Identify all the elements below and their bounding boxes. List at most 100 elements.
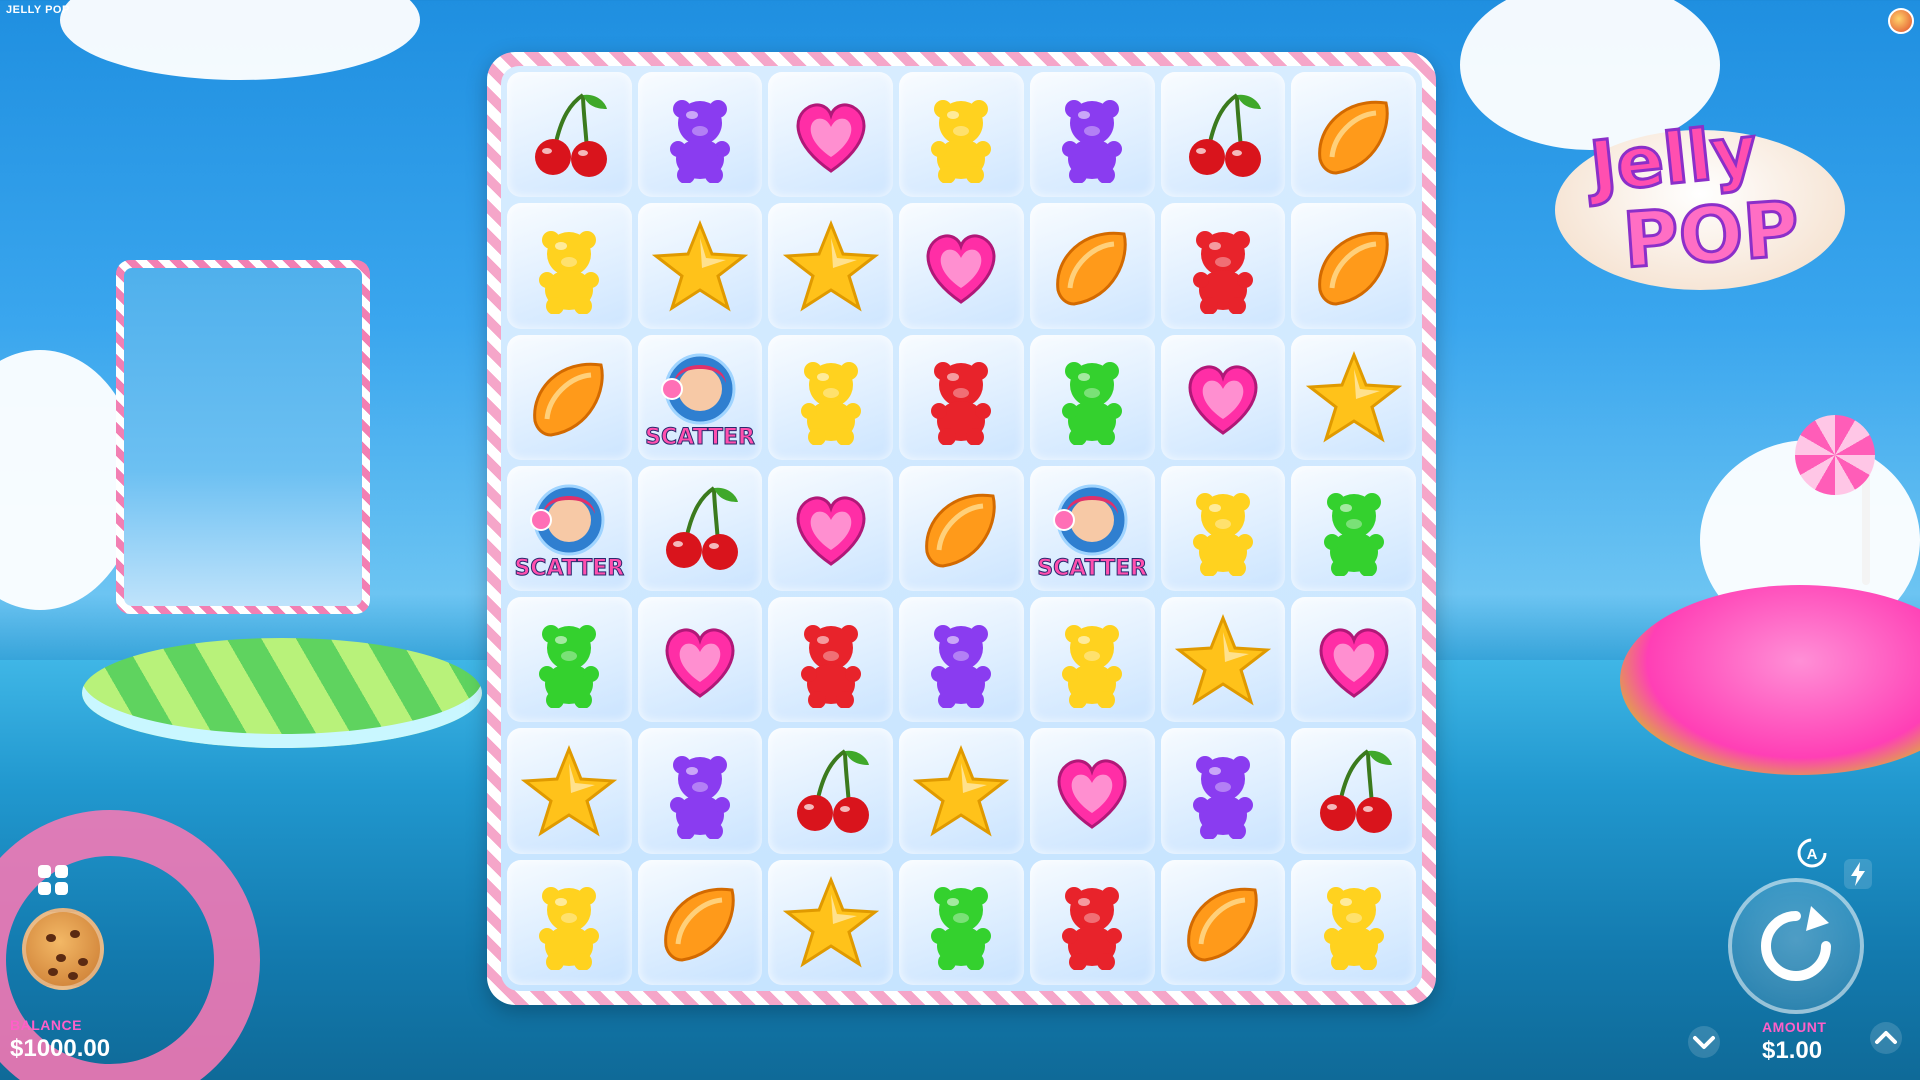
- refresh-icon: [1761, 906, 1831, 981]
- balance-value: $1000.00: [10, 1035, 111, 1062]
- cloud: [60, 0, 420, 80]
- svg-text:A: A: [1807, 846, 1818, 863]
- grid-cell: [768, 203, 894, 329]
- grid-cell: [1160, 597, 1286, 723]
- grid-cell: [1291, 465, 1416, 592]
- grid-cell: [1160, 334, 1286, 460]
- grid-cell: [899, 72, 1024, 198]
- grid-cell: [637, 597, 763, 723]
- heart-icon: [1057, 759, 1127, 829]
- grid-cell: [899, 465, 1024, 592]
- cherry-icon: [666, 486, 739, 571]
- orange-slice-icon: [1056, 231, 1127, 306]
- logo-line-2: POP: [1619, 182, 1804, 286]
- menu-button[interactable]: [38, 865, 68, 895]
- bear-purple-icon: [1062, 99, 1123, 183]
- grid-cell: [1029, 72, 1155, 198]
- grid-cell: [899, 728, 1024, 854]
- side-panel: [124, 268, 362, 606]
- grid-cell: [1029, 597, 1155, 723]
- bear-green-icon: [539, 624, 600, 708]
- grid-cell: [899, 859, 1024, 985]
- grid-cell: [768, 859, 894, 985]
- star-icon: [1305, 351, 1402, 443]
- cherry-icon: [535, 92, 608, 177]
- candy-platform: [82, 638, 482, 748]
- bear-purple-icon: [670, 99, 731, 183]
- grid-cell: [768, 465, 894, 592]
- grid-cell: [768, 597, 894, 723]
- orange-slice-icon: [664, 888, 735, 962]
- heart-icon: [665, 628, 735, 698]
- bear-purple-icon: [931, 624, 992, 708]
- provider-logo: [1888, 8, 1914, 34]
- bear-yellow-icon: [1323, 887, 1384, 971]
- bear-red-icon: [1192, 230, 1253, 314]
- grid-cell: [1160, 859, 1286, 985]
- grid-icon: [38, 865, 51, 878]
- grid-cell: [899, 597, 1024, 723]
- grid-cell: [1029, 203, 1155, 329]
- autoplay-icon: A: [1797, 838, 1827, 868]
- grid-cell: [1160, 72, 1286, 198]
- grid-icon: [55, 865, 68, 878]
- chevron-up-icon: [1870, 1022, 1902, 1054]
- grid-cell: [637, 203, 763, 329]
- side-panel-frame: [116, 260, 370, 614]
- grid-cell: [637, 72, 763, 198]
- grid-cell: [768, 728, 894, 854]
- grid-cell: [768, 334, 894, 460]
- star-icon: [782, 219, 879, 312]
- grid-cell: [1160, 203, 1286, 329]
- bear-yellow-icon: [800, 362, 861, 446]
- orange-slice-icon: [925, 494, 997, 568]
- orange-slice-icon: [1187, 888, 1258, 962]
- scatter-label: SCATTER: [1037, 556, 1148, 582]
- cookie-icon[interactable]: [22, 908, 104, 990]
- lollipop: [1795, 415, 1875, 495]
- bet-increase-button[interactable]: [1868, 1020, 1904, 1056]
- cherry-icon: [796, 749, 869, 834]
- app-title: JELLY POP: [6, 4, 70, 16]
- star-icon: [521, 745, 618, 837]
- chevron-down-icon: [1688, 1026, 1720, 1058]
- bear-red-icon: [931, 362, 992, 446]
- grid-cell: [1291, 859, 1416, 985]
- autoplay-button[interactable]: A: [1795, 836, 1829, 870]
- grid-cell: [1029, 728, 1155, 854]
- bear-yellow-icon: [539, 230, 600, 314]
- grid-cell: [507, 203, 632, 329]
- bear-green-icon: [931, 887, 992, 971]
- grid-cell: [1291, 72, 1416, 198]
- grid-cell: [1029, 334, 1155, 460]
- bear-yellow-icon: [1062, 624, 1123, 708]
- bear-green-icon: [1323, 493, 1384, 577]
- turbo-button[interactable]: [1843, 858, 1873, 890]
- cherry-icon: [1319, 749, 1392, 834]
- grid-cell: SCATTER: [1029, 465, 1155, 592]
- cherry-icon: [1188, 92, 1261, 177]
- bear-yellow-icon: [1192, 493, 1253, 577]
- star-icon: [1174, 613, 1271, 706]
- grid-cell: [507, 859, 632, 985]
- lightning-icon: [1844, 859, 1872, 889]
- bear-yellow-icon: [931, 99, 992, 183]
- star-icon: [782, 876, 879, 968]
- heart-icon: [796, 496, 866, 567]
- reel-board: SCATTER SCATTER SCATTER: [487, 52, 1436, 1005]
- scatter-label: SCATTER: [514, 556, 625, 582]
- bear-yellow-icon: [539, 887, 600, 971]
- balance-label: BALANCE: [10, 1017, 82, 1033]
- bear-red-icon: [800, 624, 861, 708]
- bet-decrease-button[interactable]: [1686, 1024, 1722, 1060]
- grid-cell: [1291, 334, 1416, 460]
- grid-icon: [55, 882, 68, 895]
- heart-icon: [927, 234, 996, 304]
- grid-cell: [1291, 203, 1416, 329]
- orange-slice-icon: [1317, 100, 1389, 175]
- heart-icon: [1188, 365, 1258, 436]
- grid-cell: [637, 859, 763, 985]
- scatter-label: SCATTER: [645, 424, 756, 450]
- spin-button[interactable]: [1728, 878, 1864, 1014]
- grid-cell: [637, 465, 763, 592]
